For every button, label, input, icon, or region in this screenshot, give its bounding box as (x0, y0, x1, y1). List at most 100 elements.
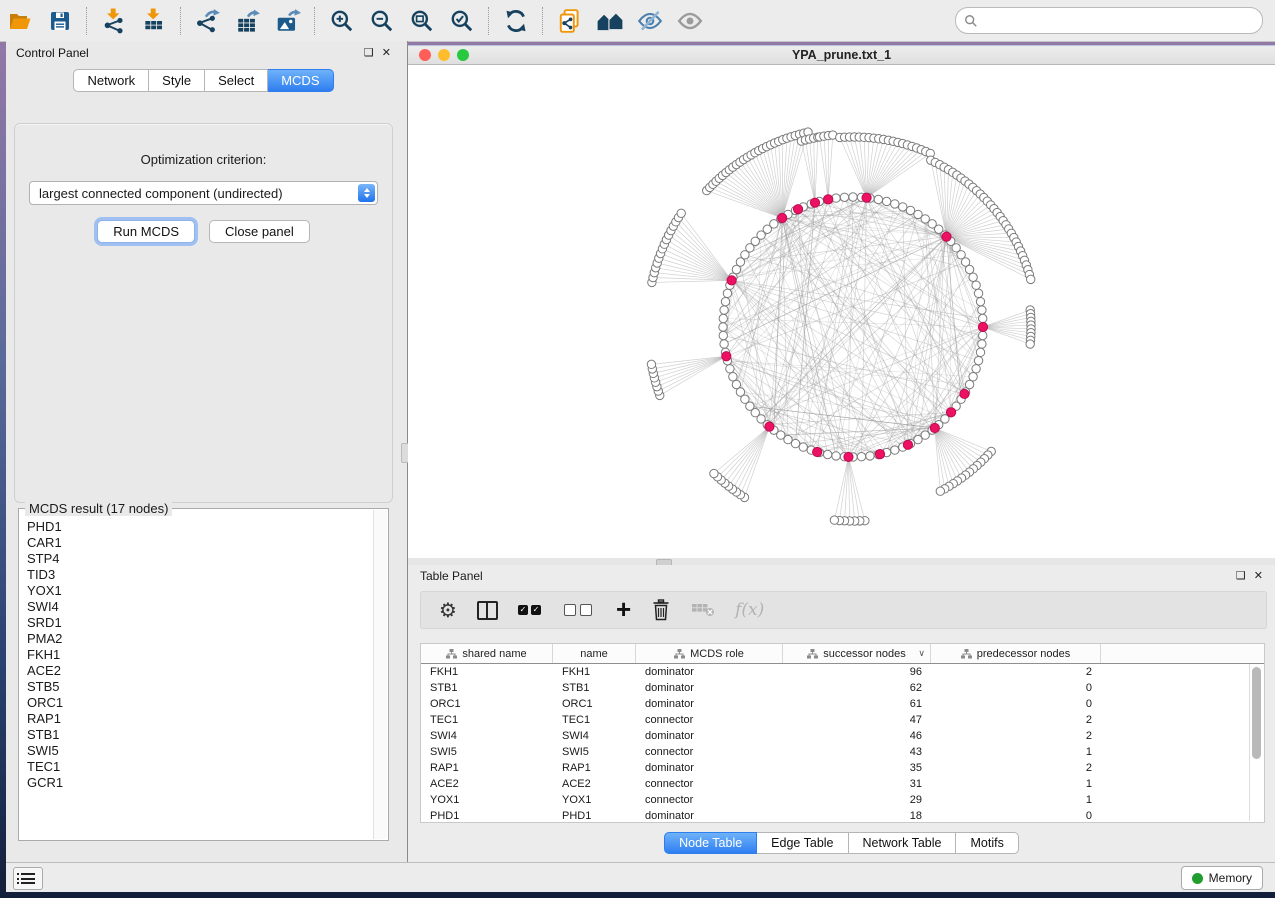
network-canvas[interactable] (408, 65, 1275, 559)
column-header-shared-name[interactable]: shared name (421, 644, 553, 663)
network-node[interactable] (719, 331, 727, 339)
tab-select[interactable]: Select (205, 69, 268, 92)
mcds-result-item[interactable]: SWI5 (23, 743, 374, 759)
network-window-titlebar[interactable]: YPA_prune.txt_1 (408, 46, 1275, 65)
network-node[interactable] (979, 331, 987, 339)
network-node[interactable] (647, 360, 655, 368)
table-row[interactable]: ACE2ACE2connector311 (421, 776, 1264, 792)
export-table-button[interactable] (231, 5, 265, 37)
scrollbar-thumb[interactable] (1252, 667, 1261, 759)
network-node[interactable] (974, 356, 982, 364)
mcds-result-item[interactable]: PHD1 (23, 519, 374, 535)
deselect-all-button[interactable] (564, 595, 596, 625)
add-column-button[interactable]: + (616, 595, 631, 625)
table-row[interactable]: YOX1YOX1connector291 (421, 792, 1264, 808)
run-mcds-button[interactable]: Run MCDS (97, 220, 195, 243)
network-node[interactable] (969, 373, 977, 381)
table-row[interactable]: SWI5SWI5connector431 (421, 744, 1264, 760)
mcds-result-item[interactable]: GCR1 (23, 775, 374, 791)
mcds-result-item[interactable]: FKH1 (23, 647, 374, 663)
network-node[interactable] (1026, 340, 1034, 348)
select-all-button[interactable]: ✓✓ (518, 595, 544, 625)
table-row[interactable]: TEC1TEC1connector472 (421, 712, 1264, 728)
dominator-node[interactable] (793, 205, 802, 214)
network-node[interactable] (891, 446, 899, 454)
dominator-node[interactable] (813, 447, 822, 456)
column-header-MCDS-role[interactable]: MCDS role (636, 644, 783, 663)
zoom-fit-button[interactable] (405, 5, 439, 37)
column-header-predecessor-nodes[interactable]: predecessor nodes (931, 644, 1101, 663)
mcds-result-item[interactable]: SWI4 (23, 599, 374, 615)
dominator-node[interactable] (722, 352, 731, 361)
task-history-button[interactable] (13, 867, 43, 890)
zoom-out-button[interactable] (365, 5, 399, 37)
mcds-result-item[interactable]: YOX1 (23, 583, 374, 599)
tab-network-table[interactable]: Network Table (849, 832, 957, 854)
mcds-result-item[interactable]: ACE2 (23, 663, 374, 679)
table-row[interactable]: SWI4SWI4dominator462 (421, 728, 1264, 744)
dominator-node[interactable] (824, 195, 833, 204)
dominator-node[interactable] (765, 422, 774, 431)
table-row[interactable]: RAP1RAP1dominator352 (421, 760, 1264, 776)
network-node[interactable] (732, 380, 740, 388)
network-node[interactable] (840, 193, 848, 201)
dominator-node[interactable] (844, 452, 853, 461)
network-node[interactable] (936, 487, 944, 495)
delete-column-button[interactable] (651, 595, 671, 625)
show-all-button[interactable] (673, 5, 707, 37)
network-node[interactable] (719, 314, 727, 322)
column-header-successor-nodes[interactable]: successor nodes∨ (783, 644, 931, 663)
mcds-result-item[interactable]: ORC1 (23, 695, 374, 711)
zoom-selected-button[interactable] (445, 5, 479, 37)
vertical-splitter[interactable] (401, 41, 408, 862)
network-node[interactable] (857, 453, 865, 461)
horizontal-splitter[interactable] (408, 558, 1275, 565)
dominator-node[interactable] (778, 213, 787, 222)
dominator-node[interactable] (903, 440, 912, 449)
export-network-button[interactable] (191, 5, 225, 37)
tab-network[interactable]: Network (73, 69, 149, 92)
network-node[interactable] (969, 273, 977, 281)
dominator-node[interactable] (978, 322, 987, 331)
network-node[interactable] (849, 193, 857, 201)
tab-node-table[interactable]: Node Table (664, 832, 757, 854)
mcds-result-list[interactable]: PHD1CAR1STP4TID3YOX1SWI4SRD1PMA2FKH1ACE2… (23, 519, 374, 838)
network-node[interactable] (874, 195, 882, 203)
import-network-button[interactable] (97, 5, 131, 37)
new-network-from-selection-button[interactable] (553, 5, 587, 37)
network-node[interactable] (726, 365, 734, 373)
network-node[interactable] (710, 469, 718, 477)
save-session-button[interactable] (43, 5, 77, 37)
network-node[interactable] (720, 340, 728, 348)
mcds-list-scrollbar[interactable] (373, 510, 387, 839)
network-node[interactable] (729, 373, 737, 381)
open-file-button[interactable] (3, 5, 37, 37)
network-node[interactable] (978, 306, 986, 314)
network-node[interactable] (830, 516, 838, 524)
network-node[interactable] (979, 314, 987, 322)
zoom-in-button[interactable] (325, 5, 359, 37)
network-node[interactable] (823, 450, 831, 458)
network-graph[interactable] (408, 65, 1275, 559)
mcds-result-item[interactable]: RAP1 (23, 711, 374, 727)
float-panel-icon[interactable]: ❑ (1236, 571, 1246, 582)
network-node[interactable] (720, 306, 728, 314)
table-scrollbar[interactable] (1249, 664, 1263, 821)
mcds-result-item[interactable]: TID3 (23, 567, 374, 583)
dominator-node[interactable] (810, 198, 819, 207)
dominator-node[interactable] (930, 423, 939, 432)
tab-motifs[interactable]: Motifs (956, 832, 1018, 854)
table-row[interactable]: PHD1PHD1dominator180 (421, 808, 1264, 823)
mcds-result-item[interactable]: CAR1 (23, 535, 374, 551)
dominator-node[interactable] (960, 389, 969, 398)
column-header-name[interactable]: name (553, 644, 636, 663)
table-row[interactable]: ORC1ORC1dominator610 (421, 696, 1264, 712)
network-node[interactable] (972, 365, 980, 373)
show-columns-button[interactable] (477, 595, 498, 625)
table-row[interactable]: STB1STB1dominator620 (421, 680, 1264, 696)
network-node[interactable] (976, 348, 984, 356)
search-input[interactable] (984, 13, 1254, 29)
tab-edge-table[interactable]: Edge Table (757, 832, 848, 854)
close-panel-icon[interactable]: ✕ (1254, 571, 1263, 582)
dominator-node[interactable] (862, 193, 871, 202)
